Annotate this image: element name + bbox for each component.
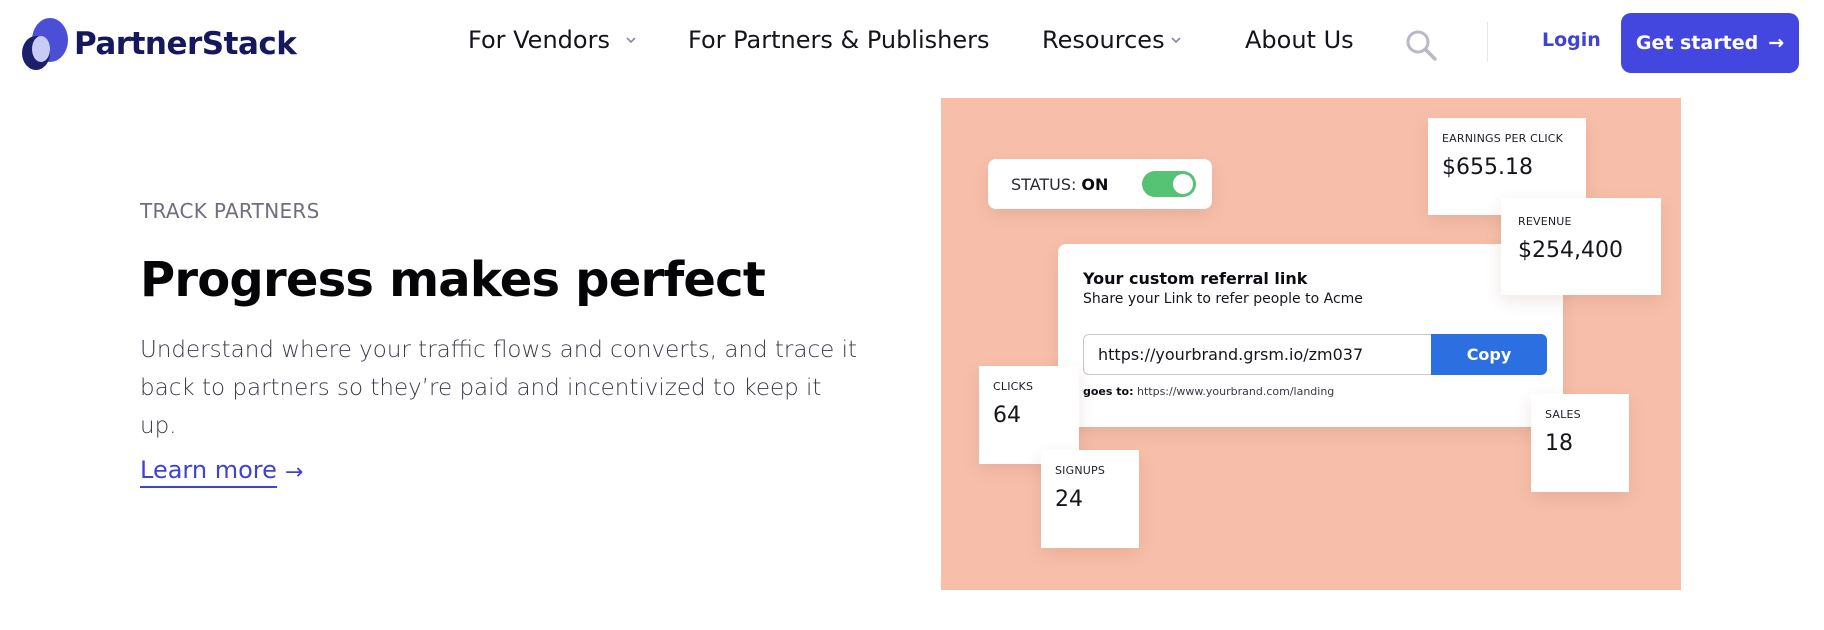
- get-started-button[interactable]: Get started →: [1621, 13, 1799, 73]
- status-label: STATUS:: [1011, 174, 1077, 194]
- metric-value: 18: [1545, 431, 1573, 456]
- referral-subtitle: Share your Link to refer people to Acme: [1083, 291, 1363, 307]
- nav-label: Resources: [1042, 26, 1165, 54]
- nav-label: For Vendors: [468, 26, 610, 54]
- metric-value: 64: [993, 403, 1021, 428]
- get-started-label: Get started: [1635, 32, 1759, 54]
- logo-mark-icon: [22, 18, 68, 70]
- learn-more-label: Learn more: [140, 456, 277, 488]
- section-title: Progress makes perfect: [140, 252, 766, 308]
- metric-label: SIGNUPS: [1055, 464, 1106, 477]
- referral-title: Your custom referral link: [1083, 269, 1308, 288]
- nav-resources[interactable]: Resources: [1042, 26, 1183, 54]
- brand-logo[interactable]: PartnerStack: [22, 18, 297, 70]
- login-link[interactable]: Login: [1542, 29, 1601, 51]
- toggle-knob: [1173, 174, 1193, 194]
- nav-label: About Us: [1245, 26, 1354, 54]
- status-card: STATUS: ON: [988, 159, 1212, 209]
- nav-label: For Partners & Publishers: [688, 26, 990, 54]
- metric-label: REVENUE: [1518, 215, 1572, 228]
- chevron-down-icon: [1171, 37, 1181, 44]
- status-toggle[interactable]: [1142, 171, 1196, 197]
- chevron-down-icon: [626, 37, 636, 44]
- nav-about-us[interactable]: About Us: [1245, 26, 1354, 54]
- copy-button[interactable]: Copy: [1431, 334, 1547, 375]
- arrow-right-icon: →: [284, 459, 304, 485]
- goes-to-label: goes to:: [1083, 385, 1134, 398]
- nav-for-partners-publishers[interactable]: For Partners & Publishers: [688, 26, 990, 54]
- search-icon[interactable]: [1403, 27, 1439, 63]
- goes-to-url: https://www.yourbrand.com/landing: [1136, 385, 1335, 398]
- status-value: ON: [1081, 174, 1109, 194]
- dashboard-illustration: STATUS: ON Your custom referral link Sha…: [941, 98, 1681, 590]
- nav-for-vendors[interactable]: For Vendors: [468, 26, 638, 54]
- metric-label: EARNINGS PER CLICK: [1442, 132, 1564, 145]
- metric-value: $254,400: [1518, 238, 1623, 263]
- metric-card-revenue: REVENUE $254,400: [1501, 198, 1661, 295]
- nav-divider: [1487, 22, 1488, 62]
- metric-label: CLICKS: [993, 380, 1034, 393]
- metric-value: 24: [1055, 487, 1083, 512]
- brand-name: PartnerStack: [74, 26, 297, 62]
- learn-more-link[interactable]: Learn more →: [140, 456, 303, 488]
- arrow-right-icon: →: [1768, 32, 1785, 54]
- metric-value: $655.18: [1442, 155, 1533, 180]
- metric-card-signups: SIGNUPS 24: [1041, 450, 1139, 548]
- referral-url-field[interactable]: https://yourbrand.grsm.io/zm037: [1083, 334, 1431, 375]
- referral-link-card: Your custom referral link Share your Lin…: [1058, 244, 1563, 427]
- section-eyebrow: TRACK PARTNERS: [140, 199, 320, 223]
- metric-label: SALES: [1545, 408, 1581, 421]
- metric-card-sales: SALES 18: [1531, 394, 1629, 492]
- section-description: Understand where your traffic flows and …: [140, 337, 857, 439]
- destination-url: goes to: https://www.yourbrand.com/landi…: [1083, 385, 1334, 398]
